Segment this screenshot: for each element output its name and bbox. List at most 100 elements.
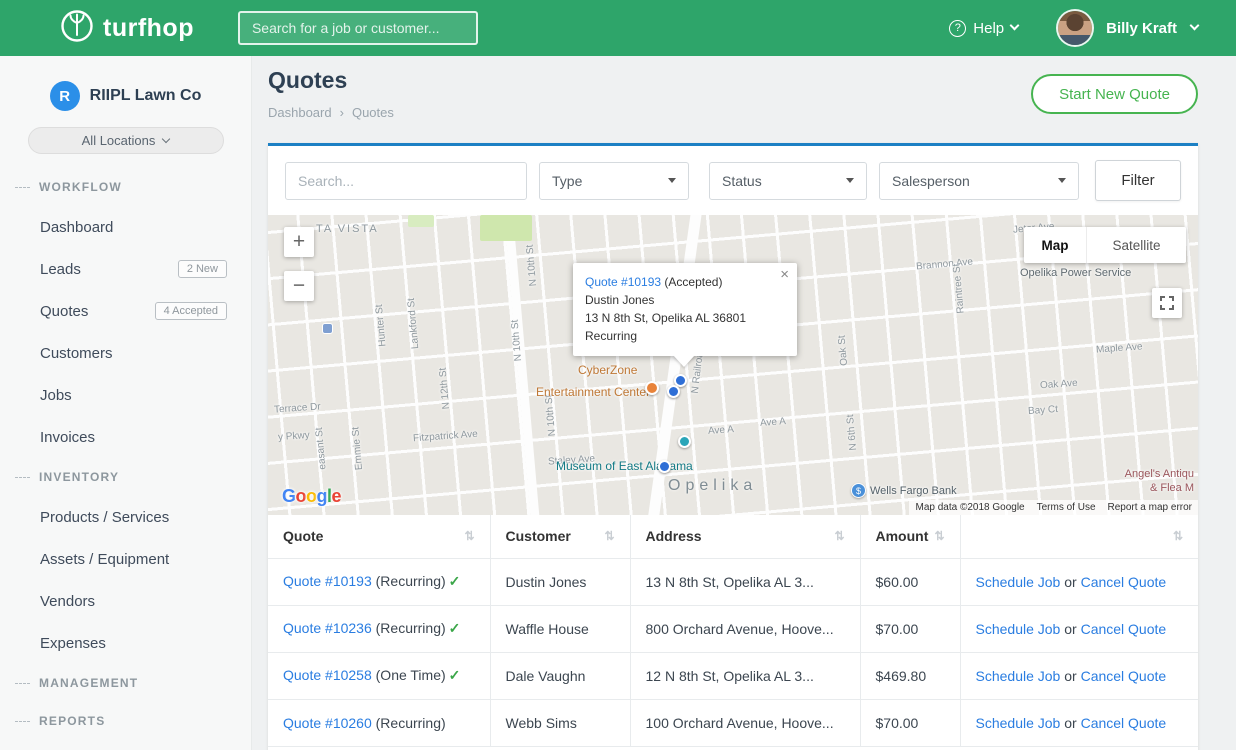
sort-icon[interactable]: ⇅ [834,529,844,543]
filter-bar: Type Status Salesperson Filter [268,146,1198,215]
main-content: Quotes Dashboard › Quotes Start New Quot… [252,56,1236,750]
address-cell: 12 N 8th St, Opelika AL 3... [630,652,860,699]
sort-icon[interactable]: ⇅ [464,529,474,543]
breadcrumb-separator: › [340,105,344,120]
cancel-quote-link[interactable]: Cancel Quote [1081,715,1167,731]
breadcrumb-dashboard[interactable]: Dashboard [268,105,332,120]
sidebar-item-leads[interactable]: Leads 2 New [0,248,251,290]
page-title: Quotes [268,67,347,94]
quote-link[interactable]: Quote #10236 [283,620,372,636]
customer-cell: Dale Vaughn [490,652,630,699]
info-window-quote-link[interactable]: Quote #10193 [585,275,661,289]
cyberzone-marker-icon[interactable] [645,381,659,395]
location-selector-label: All Locations [82,133,156,148]
map-attribution: Map data ©2018 Google Terms of Use Repor… [909,500,1198,515]
zoom-out-button[interactable]: − [284,271,314,301]
nav-section-workflow: WORKFLOW [0,168,251,206]
wells-fargo-marker-icon[interactable]: $ [851,483,866,498]
table-row: Quote #10236 (Recurring)✓ Waffle House 8… [268,605,1198,652]
map-type-control: Map Satellite [1024,227,1186,263]
quote-link[interactable]: Quote #10193 [283,573,372,589]
section-divider [15,721,30,722]
customer-cell: Webb Sims [490,699,630,746]
quote-link[interactable]: Quote #10260 [283,715,372,731]
table-row: Quote #10258 (One Time)✓ Dale Vaughn 12 … [268,652,1198,699]
amount-cell: $469.80 [860,652,960,699]
help-menu[interactable]: ? Help [949,20,1018,37]
user-avatar[interactable] [1058,11,1092,45]
quote-link[interactable]: Quote #10258 [283,667,372,683]
map-canvas[interactable]: TA VISTA Jeter Ave Brannon Ave Opelika P… [268,215,1198,515]
status-select[interactable]: Status [709,162,867,200]
nav-section-management[interactable]: MANAGEMENT [0,664,251,702]
schedule-job-link[interactable]: Schedule Job [976,621,1061,637]
chevron-down-icon[interactable] [1190,21,1200,31]
header-actions[interactable]: ⇅ [960,515,1198,558]
info-window-customer: Dustin Jones [585,291,785,309]
type-select[interactable]: Type [539,162,689,200]
terms-of-use-link[interactable]: Terms of Use [1037,502,1096,513]
close-icon[interactable]: × [780,267,789,282]
map-view-button[interactable]: Map [1024,227,1086,263]
app-logo[interactable]: turfhop [60,9,194,48]
schedule-job-link[interactable]: Schedule Job [976,715,1061,731]
filter-button[interactable]: Filter [1095,160,1181,201]
logo-text: turfhop [103,14,194,43]
accepted-check-icon: ✓ [449,573,461,589]
sidebar-item-quotes[interactable]: Quotes 4 Accepted [0,290,251,332]
sort-icon[interactable]: ⇅ [934,529,944,543]
nav-section-reports[interactable]: REPORTS [0,702,251,740]
address-cell: 13 N 8th St, Opelika AL 3... [630,558,860,605]
amount-cell: $70.00 [860,699,960,746]
sidebar-item-dashboard[interactable]: Dashboard [0,206,251,248]
table-row: Quote #10260 (Recurring) Webb Sims 100 O… [268,699,1198,746]
global-search-input[interactable] [238,11,478,45]
header-address[interactable]: Address⇅ [630,515,860,558]
quote-type: (Recurring) [376,715,446,731]
cancel-quote-link[interactable]: Cancel Quote [1081,621,1167,637]
start-new-quote-button[interactable]: Start New Quote [1031,74,1198,114]
sidebar-item-products-services[interactable]: Products / Services [0,496,251,538]
user-name[interactable]: Billy Kraft [1106,20,1177,37]
page-header: Quotes Dashboard › Quotes Start New Quot… [252,56,1236,143]
quote-marker[interactable] [667,385,680,398]
company-name: RIIPL Lawn Co [90,87,202,105]
info-window-address: 13 N 8th St, Opelika AL 36801 [585,309,785,327]
sidebar-item-customers[interactable]: Customers [0,332,251,374]
map-info-window: × Quote #10193 (Accepted) Dustin Jones 1… [573,263,797,356]
header-quote[interactable]: Quote⇅ [268,515,490,558]
map-data-label: Map data ©2018 Google [915,502,1024,513]
map-poi-icon [322,323,333,334]
quotes-search-input[interactable] [285,162,527,200]
header-amount[interactable]: Amount⇅ [860,515,960,558]
schedule-job-link[interactable]: Schedule Job [976,574,1061,590]
museum-marker-icon[interactable] [678,435,691,448]
location-selector[interactable]: All Locations [28,127,224,154]
sidebar-item-jobs[interactable]: Jobs [0,374,251,416]
cancel-quote-link[interactable]: Cancel Quote [1081,574,1167,590]
satellite-view-button[interactable]: Satellite [1086,227,1186,263]
sort-icon[interactable]: ⇅ [1173,529,1183,543]
sidebar-nav: WORKFLOW Dashboard Leads 2 New Quotes 4 … [0,168,251,740]
section-divider [15,187,30,188]
sort-icon[interactable]: ⇅ [604,529,614,543]
google-logo[interactable]: Google [282,486,341,507]
help-icon: ? [949,20,966,37]
sidebar-item-vendors[interactable]: Vendors [0,580,251,622]
quote-marker[interactable] [658,460,671,473]
cancel-quote-link[interactable]: Cancel Quote [1081,668,1167,684]
salesperson-select[interactable]: Salesperson [879,162,1079,200]
sidebar-item-invoices[interactable]: Invoices [0,416,251,458]
section-divider [15,683,30,684]
sidebar-item-assets-equipment[interactable]: Assets / Equipment [0,538,251,580]
zoom-in-button[interactable]: + [284,227,314,257]
report-map-error-link[interactable]: Report a map error [1108,502,1192,513]
table-header-row: Quote⇅ Customer⇅ Address⇅ Amount⇅ ⇅ [268,515,1198,558]
fullscreen-button[interactable] [1152,288,1182,318]
schedule-job-link[interactable]: Schedule Job [976,668,1061,684]
quotes-table: Quote⇅ Customer⇅ Address⇅ Amount⇅ ⇅ Quot… [268,515,1198,747]
dropdown-arrow-icon [668,178,676,183]
sidebar-item-expenses[interactable]: Expenses [0,622,251,664]
company-badge: R [50,81,80,111]
header-customer[interactable]: Customer⇅ [490,515,630,558]
